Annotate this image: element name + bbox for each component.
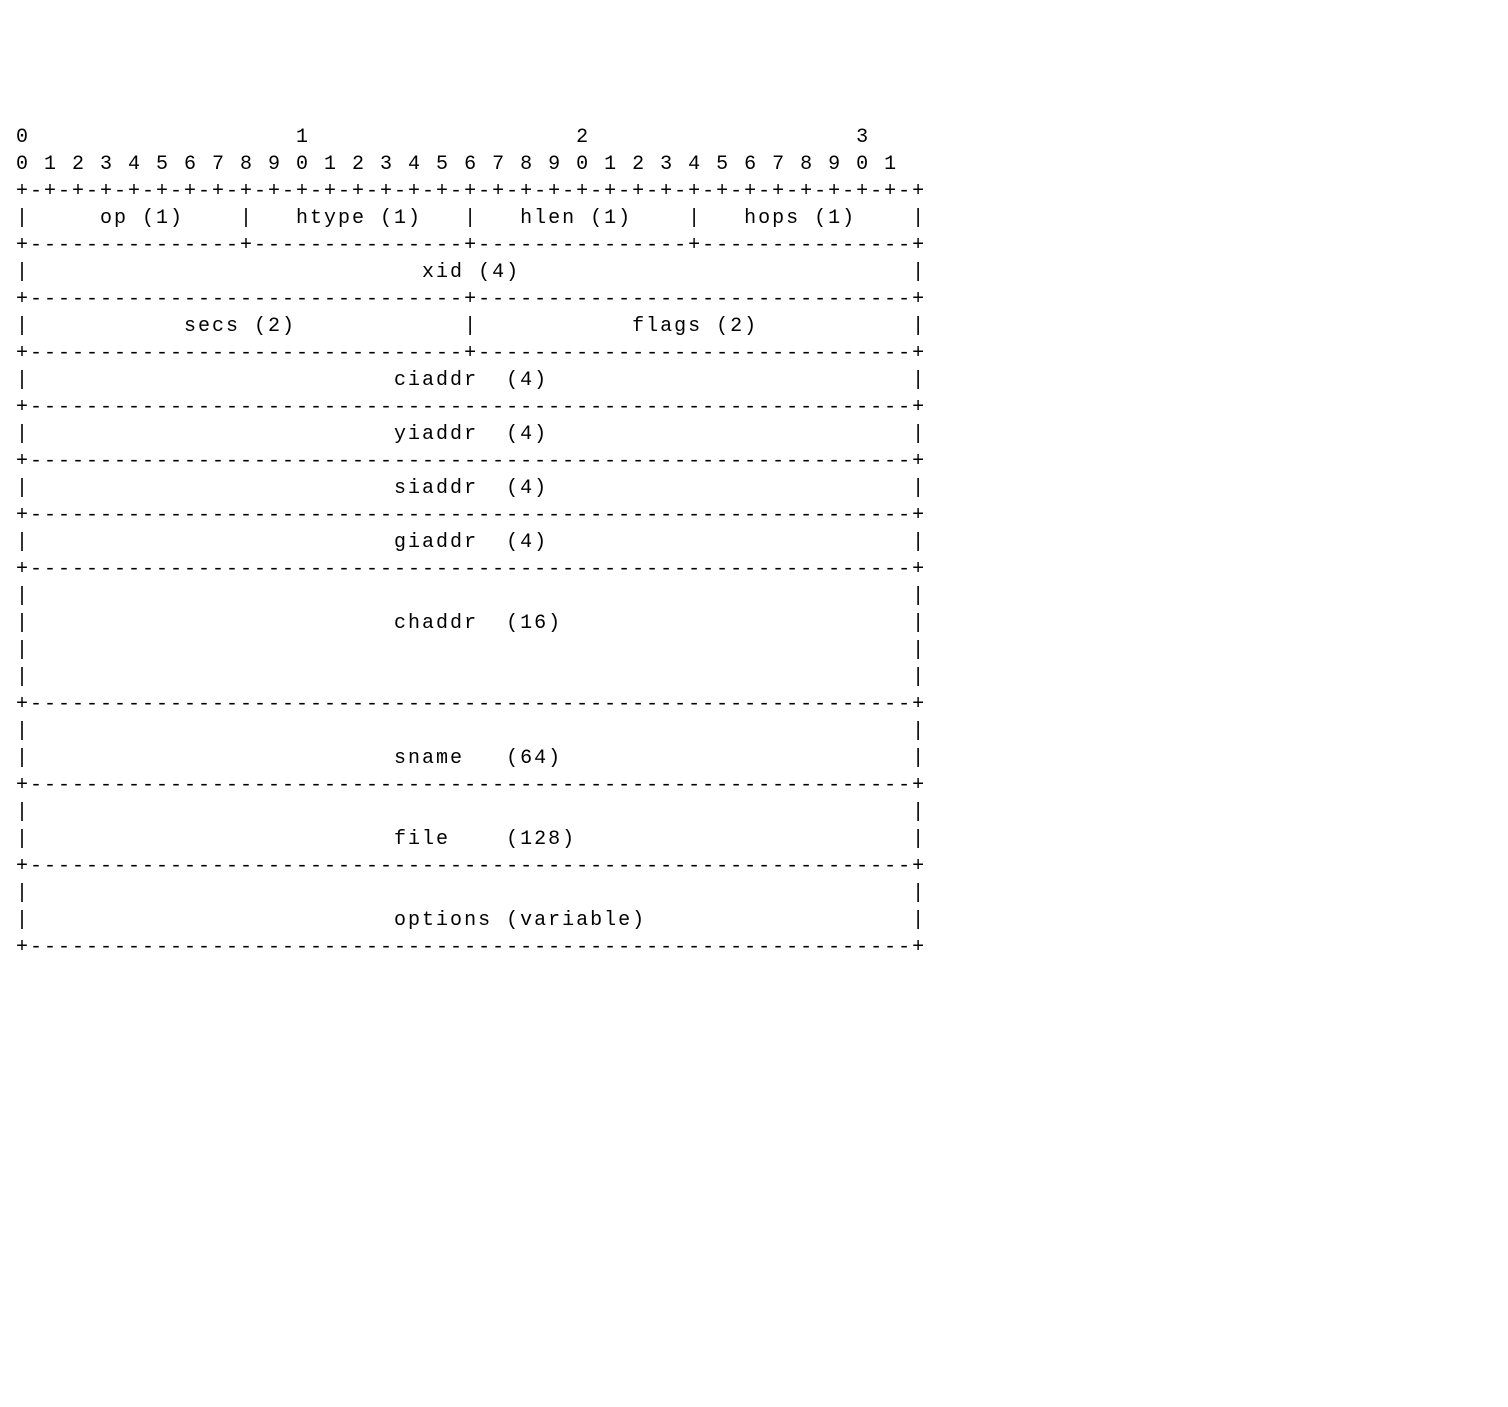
row-secs-flags: | secs (2) | flags (2) | (16, 315, 926, 338)
bit-ruler-tens: 0 1 2 3 (16, 126, 870, 149)
border-full: +---------------------------------------… (16, 936, 926, 959)
row-xid: | xid (4) | (16, 261, 926, 284)
border-full: +---------------------------------------… (16, 504, 926, 527)
row-yiaddr: | yiaddr (4) | (16, 423, 926, 446)
row-blank: | | (16, 639, 926, 662)
row-blank: | | (16, 720, 926, 743)
border-full: +---------------------------------------… (16, 774, 926, 797)
border-full: +---------------------------------------… (16, 558, 926, 581)
border-two-way: +-------------------------------+-------… (16, 342, 926, 365)
border-full: +---------------------------------------… (16, 450, 926, 473)
row-siaddr: | siaddr (4) | (16, 477, 926, 500)
row-giaddr: | giaddr (4) | (16, 531, 926, 554)
row-sname: | sname (64) | (16, 747, 926, 770)
border-two-way: +-------------------------------+-------… (16, 288, 926, 311)
packet-format-diagram: 0 1 2 3 0 1 2 3 4 5 6 7 8 9 0 1 2 3 4 5 … (16, 124, 926, 961)
border-bit-ruler: +-+-+-+-+-+-+-+-+-+-+-+-+-+-+-+-+-+-+-+-… (16, 180, 926, 203)
border-full: +---------------------------------------… (16, 693, 926, 716)
row-op-htype-hlen-hops: | op (1) | htype (1) | hlen (1) | hops (… (16, 207, 926, 230)
border-full: +---------------------------------------… (16, 855, 926, 878)
row-blank: | | (16, 882, 926, 905)
row-blank: | | (16, 585, 926, 608)
border-four-way: +---------------+---------------+-------… (16, 234, 926, 257)
bit-ruler-units: 0 1 2 3 4 5 6 7 8 9 0 1 2 3 4 5 6 7 8 9 … (16, 153, 898, 176)
row-chaddr: | chaddr (16) | (16, 612, 926, 635)
row-file: | file (128) | (16, 828, 926, 851)
row-options: | options (variable) | (16, 909, 926, 932)
row-blank: | | (16, 801, 926, 824)
row-ciaddr: | ciaddr (4) | (16, 369, 926, 392)
border-full: +---------------------------------------… (16, 396, 926, 419)
row-blank: | | (16, 666, 926, 689)
